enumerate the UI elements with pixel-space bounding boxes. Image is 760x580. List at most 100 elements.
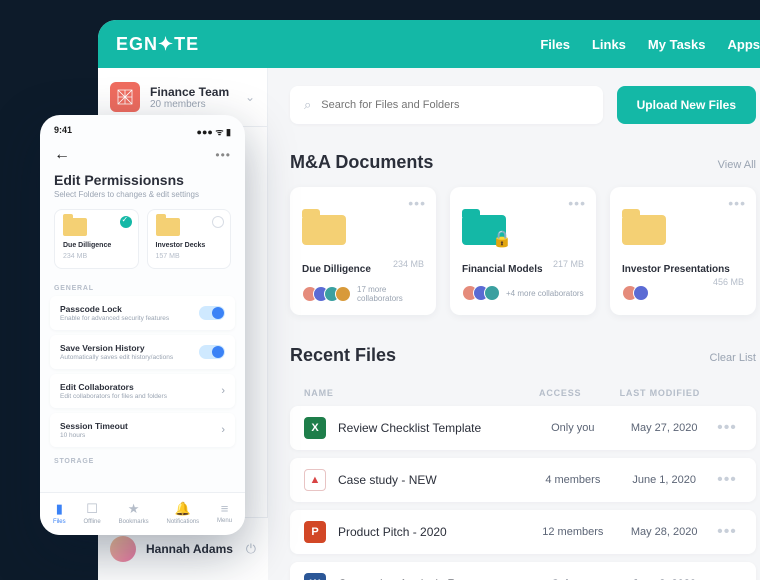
- card-size: 217 MB: [553, 259, 584, 269]
- pdf-file-icon: ▲: [304, 469, 326, 491]
- toggle-switch[interactable]: [199, 306, 225, 320]
- file-more-icon[interactable]: •••: [712, 419, 742, 437]
- check-icon[interactable]: [120, 216, 132, 228]
- collab-text: 17 more collaborators: [357, 285, 424, 303]
- tab-icon: 🔔: [175, 501, 191, 517]
- team-avatar-icon: [110, 82, 140, 112]
- nav-files[interactable]: Files: [540, 37, 570, 52]
- back-icon[interactable]: ←: [54, 146, 70, 164]
- file-access: 12 members: [529, 526, 616, 538]
- folder-icon: [622, 209, 666, 245]
- topbar: EGN✦TE Files Links My Tasks Apps: [98, 20, 760, 68]
- top-nav: Files Links My Tasks Apps: [540, 37, 760, 52]
- main-content: ⌕ Upload New Files M&A Documents View Al…: [268, 68, 760, 580]
- folder-card[interactable]: ••• 🔒 Financial Models217 MB +4 more col…: [450, 187, 596, 315]
- word-file-icon: W: [304, 573, 326, 580]
- tab-label: Notifications: [166, 519, 199, 525]
- more-icon[interactable]: •••: [215, 148, 231, 162]
- file-more-icon[interactable]: •••: [712, 471, 742, 489]
- user-name: Hannah Adams: [146, 542, 236, 556]
- mobile-setting-item[interactable]: Session Timeout10 hours›: [50, 413, 235, 447]
- card-title: Financial Models: [462, 264, 543, 275]
- card-more-icon[interactable]: •••: [728, 195, 746, 211]
- card-title: Investor Presentations: [622, 264, 730, 275]
- check-icon[interactable]: [212, 216, 224, 228]
- search-input[interactable]: [321, 99, 588, 111]
- view-all-link[interactable]: View All: [718, 159, 756, 171]
- mobile-tab-offline[interactable]: ☐Offline: [83, 501, 100, 525]
- search-box[interactable]: ⌕: [290, 86, 603, 124]
- setting-sub: Enable for advanced security features: [60, 315, 199, 322]
- tab-icon: ▮: [56, 501, 63, 517]
- nav-tasks[interactable]: My Tasks: [648, 37, 706, 52]
- setting-sub: Edit collaborators for files and folders: [60, 393, 221, 400]
- mobile-folder-size: 234 MB: [63, 253, 130, 260]
- collaborator-avatars: [302, 286, 351, 302]
- collaborator-avatars: [622, 285, 649, 301]
- general-label: General: [40, 279, 245, 296]
- excel-file-icon: X: [304, 417, 326, 439]
- mobile-overlay: 9:41 ●●● ᯤ ▮ ← ••• Edit Permissionsns Se…: [40, 115, 245, 535]
- mobile-tab-menu[interactable]: ≡ Menu: [217, 501, 232, 525]
- card-size: 234 MB: [393, 259, 424, 269]
- lock-icon: 🔒: [492, 229, 512, 249]
- mobile-tab-notifications[interactable]: 🔔 Notifications: [166, 501, 199, 525]
- mobile-tabbar: ▮ Files ☐Offline ★ Bookmarks 🔔 Notifications ≡ M…: [40, 492, 245, 535]
- power-icon[interactable]: ⏻: [246, 541, 256, 557]
- tab-label: Menu: [217, 518, 232, 524]
- mobile-setting-item[interactable]: Edit CollaboratorsEdit collaborators for…: [50, 374, 235, 408]
- file-name: Review Checklist Template: [338, 421, 529, 435]
- file-more-icon[interactable]: •••: [712, 575, 742, 580]
- table-header: Name Access Last Modified: [290, 380, 756, 406]
- file-date: June 1, 2020: [616, 474, 712, 486]
- mobile-folder-card[interactable]: Investor Decks 157 MB: [147, 209, 232, 269]
- folder-icon: 🔒: [462, 209, 506, 245]
- folder-icon: [156, 218, 180, 236]
- file-name: Case study - NEW: [338, 473, 529, 487]
- toggle-switch[interactable]: [199, 345, 225, 359]
- folder-icon: [302, 209, 346, 245]
- clear-list-link[interactable]: Clear List: [710, 352, 756, 364]
- mobile-folder-card[interactable]: Due Dilligence 234 MB: [54, 209, 139, 269]
- card-more-icon[interactable]: •••: [568, 195, 586, 211]
- setting-sub: Automatically saves edit history/actions: [60, 354, 199, 361]
- file-row[interactable]: P Product Pitch - 2020 12 members May 28…: [290, 510, 756, 554]
- tab-label: Bookmarks: [119, 519, 149, 525]
- setting-title: Save Version History: [60, 343, 199, 353]
- file-row[interactable]: X Review Checklist Template Only you May…: [290, 406, 756, 450]
- chevron-right-icon: ›: [221, 385, 225, 397]
- nav-links[interactable]: Links: [592, 37, 626, 52]
- file-name: Product Pitch - 2020: [338, 525, 529, 539]
- mobile-setting-item[interactable]: Passcode LockEnable for advanced securit…: [50, 296, 235, 330]
- tab-icon: ≡: [221, 501, 229, 516]
- card-title: Due Dilligence: [302, 264, 371, 275]
- mobile-status-bar: 9:41 ●●● ᯤ ▮: [40, 115, 245, 142]
- mobile-tab-bookmarks[interactable]: ★ Bookmarks: [119, 501, 149, 525]
- col-access: Access: [513, 388, 608, 398]
- search-icon: ⌕: [304, 97, 311, 113]
- upload-button[interactable]: Upload New Files: [617, 86, 756, 124]
- file-more-icon[interactable]: •••: [712, 523, 742, 541]
- brand-logo: EGN✦TE: [116, 34, 199, 55]
- chevron-down-icon: ⌄: [245, 90, 255, 104]
- storage-label: Storage: [40, 452, 245, 469]
- team-members: 20 members: [150, 99, 235, 110]
- tab-icon: ★: [128, 501, 140, 517]
- col-date: Last Modified: [608, 388, 712, 398]
- tab-icon: ☐: [86, 501, 98, 517]
- setting-title: Edit Collaborators: [60, 382, 221, 392]
- file-row[interactable]: ▲ Case study - NEW 4 members June 1, 202…: [290, 458, 756, 502]
- mobile-setting-item[interactable]: Save Version HistoryAutomatically saves …: [50, 335, 235, 369]
- file-access: 4 members: [529, 474, 616, 486]
- mobile-tab-files[interactable]: ▮ Files: [53, 501, 66, 525]
- folder-card[interactable]: ••• Investor Presentations456 MB: [610, 187, 756, 315]
- file-row[interactable]: W Competitor Analysis Report Only you Ju…: [290, 562, 756, 580]
- mobile-folder-size: 157 MB: [156, 253, 223, 260]
- folder-card[interactable]: ••• Due Dilligence 234 MB 17 more collabo…: [290, 187, 436, 315]
- chevron-right-icon: ›: [221, 424, 225, 436]
- folder-icon: [63, 218, 87, 236]
- tab-label: Files: [53, 519, 66, 525]
- nav-apps[interactable]: Apps: [728, 37, 760, 52]
- file-date: May 28, 2020: [616, 526, 712, 538]
- card-more-icon[interactable]: •••: [408, 195, 426, 211]
